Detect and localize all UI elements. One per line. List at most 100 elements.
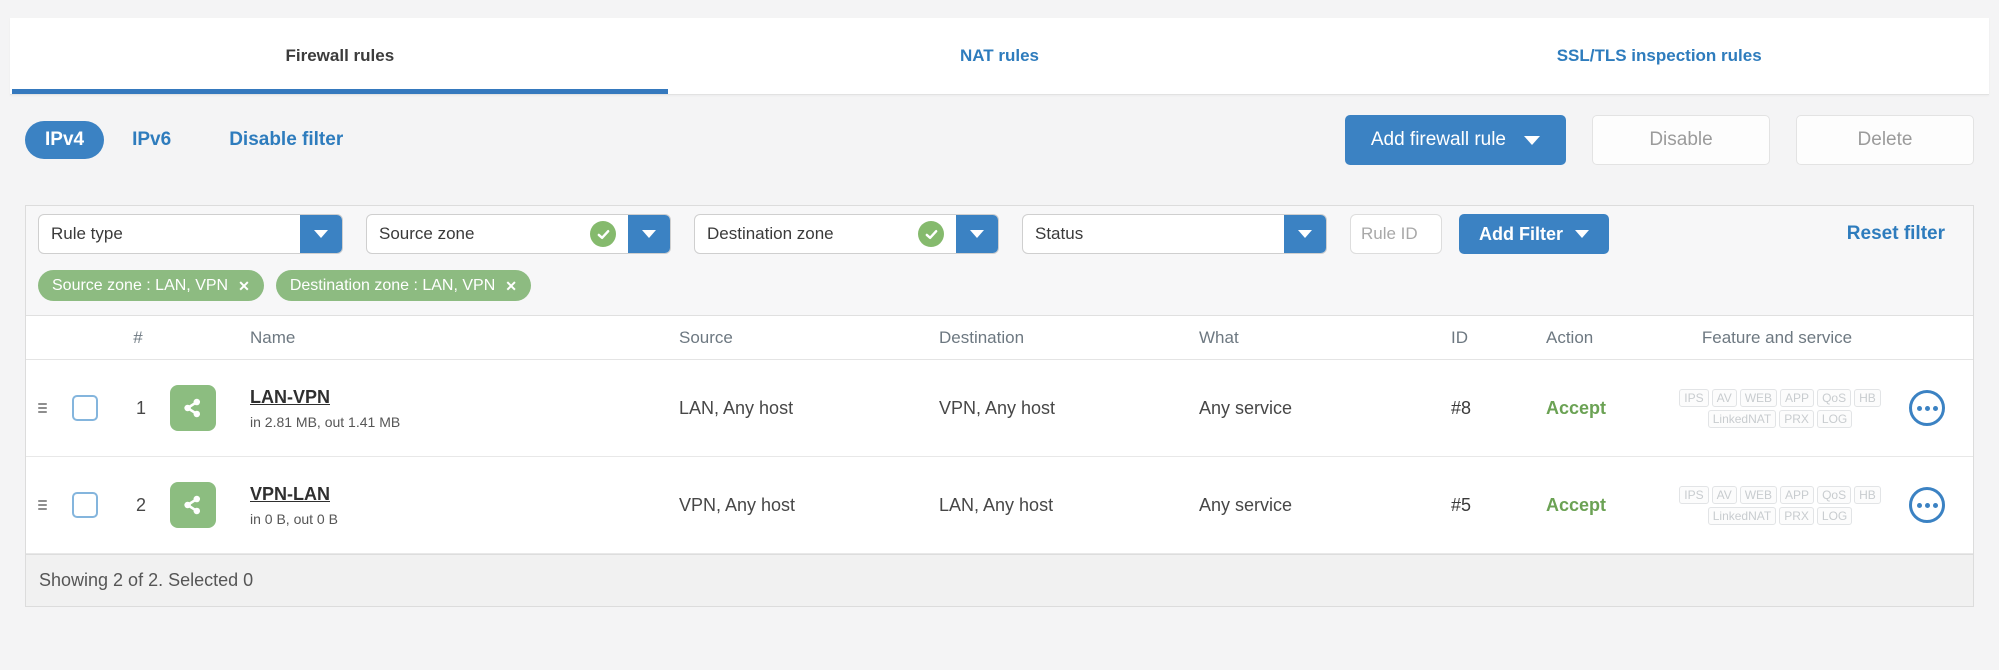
feature-badge: QoS [1817, 388, 1852, 407]
showing-status-text: Showing 2 of 2. Selected 0 [39, 570, 254, 590]
row-cell-icon [170, 385, 250, 431]
row-cell-name: VPN-LAN in 0 B, out 0 B [250, 484, 679, 527]
destination-zone-field: Destination zone [695, 215, 956, 253]
feature-badge: WEB [1739, 485, 1778, 504]
tab-bar: Firewall rules NAT rules SSL/TLS inspect… [10, 18, 1989, 95]
rule-type-dropdown[interactable]: Rule type [38, 214, 343, 254]
dropdown-label: Destination zone [707, 224, 834, 243]
row-checkbox[interactable] [72, 395, 98, 421]
dropdown-label: Rule type [51, 224, 123, 243]
chevron-down-icon [1524, 135, 1540, 145]
row-cell-menu [1909, 390, 1973, 426]
tab-firewall-rules[interactable]: Firewall rules [10, 18, 670, 94]
add-firewall-rule-button[interactable]: Add firewall rule [1344, 115, 1566, 165]
row-cell-features: IPS AV WEB APP QoS HB LinkedNAT PRX LOG [1651, 388, 1909, 428]
rules-panel: Rule type Source zone Destination zone S… [25, 205, 1974, 607]
drag-handle-icon[interactable] [37, 500, 47, 510]
filter-area: Rule type Source zone Destination zone S… [26, 206, 1973, 316]
status-expand-button[interactable] [1284, 215, 1326, 253]
feature-badge: AV [1711, 388, 1737, 407]
feature-badges-line1: IPS AV WEB APP QoS HB [1679, 388, 1881, 407]
header-num: # [133, 327, 143, 347]
feature-badge: AV [1711, 485, 1737, 504]
tab-label: Firewall rules [285, 46, 395, 65]
row-cell-action: Accept [1546, 494, 1607, 515]
row-menu-ellipsis-button[interactable] [1909, 487, 1945, 523]
filter-active-check-icon [590, 221, 616, 247]
feature-badge: PRX [1779, 409, 1814, 428]
row-cell-icon [170, 482, 250, 528]
row-cell-source: LAN, Any host [679, 397, 794, 418]
active-filter-chips: Source zone : LAN, VPN ✕ Destination zon… [38, 270, 1963, 301]
row-cell-features: IPS AV WEB APP QoS HB LinkedNAT PRX LOG [1651, 485, 1909, 525]
chevron-down-icon [1575, 230, 1589, 238]
row-cell-id: #5 [1451, 494, 1472, 515]
rule-traffic: in 0 B, out 0 B [250, 510, 338, 527]
destination-zone-dropdown[interactable]: Destination zone [694, 214, 999, 254]
ipv6-toggle[interactable]: IPv6 [132, 129, 171, 151]
filter-chip-source-zone[interactable]: Source zone : LAN, VPN ✕ [38, 270, 264, 301]
row-cell-handle [26, 401, 58, 415]
chip-label: Destination zone : LAN, VPN [289, 276, 496, 294]
feature-badges-line2: LinkedNAT PRX LOG [1707, 506, 1853, 525]
row-cell-select [58, 492, 112, 518]
row-menu-ellipsis-button[interactable] [1909, 390, 1945, 426]
row-cell-destination: LAN, Any host [939, 494, 1054, 515]
row-number: 1 [135, 397, 146, 418]
remove-chip-icon[interactable]: ✕ [505, 279, 517, 293]
drag-handle-icon[interactable] [37, 403, 47, 413]
delete-button[interactable]: Delete [1796, 115, 1974, 165]
feature-badge: APP [1780, 485, 1815, 504]
row-cell-id: #8 [1451, 397, 1472, 418]
header-action: Action [1546, 327, 1594, 347]
tab-ssl-tls-inspection-rules[interactable]: SSL/TLS inspection rules [1329, 18, 1989, 94]
rule-name-link[interactable]: VPN-LAN [250, 484, 679, 505]
feature-badge: HB [1854, 388, 1881, 407]
source-zone-dropdown[interactable]: Source zone [366, 214, 671, 254]
source-zone-expand-button[interactable] [628, 215, 670, 253]
chevron-down-icon [314, 230, 328, 238]
rule-type-field: Rule type [39, 215, 300, 253]
rule-name-link[interactable]: LAN-VPN [250, 387, 679, 408]
feature-badge: IPS [1679, 485, 1709, 504]
row-cell-source: VPN, Any host [679, 494, 796, 515]
filter-row: Rule type Source zone Destination zone S… [38, 214, 1963, 254]
row-cell-select [58, 395, 112, 421]
status-dropdown[interactable]: Status [1022, 214, 1327, 254]
feature-badge: PRX [1779, 506, 1814, 525]
row-cell-destination: VPN, Any host [939, 397, 1056, 418]
disable-filter-link[interactable]: Disable filter [229, 129, 343, 151]
table-header: # Name Source Destination What ID Action… [26, 316, 1973, 360]
rule-type-expand-button[interactable] [300, 215, 342, 253]
chevron-down-icon [642, 230, 656, 238]
rule-id-input[interactable] [1350, 214, 1442, 254]
row-cell-menu [1909, 487, 1973, 523]
share-icon[interactable] [170, 482, 216, 528]
table-footer: Showing 2 of 2. Selected 0 [26, 554, 1973, 606]
feature-badges-line1: IPS AV WEB APP QoS HB [1679, 485, 1881, 504]
add-filter-button[interactable]: Add Filter [1459, 214, 1609, 254]
reset-filter-link[interactable]: Reset filter [1847, 223, 1945, 245]
filter-active-check-icon [918, 221, 944, 247]
row-checkbox[interactable] [72, 492, 98, 518]
remove-chip-icon[interactable]: ✕ [238, 279, 250, 293]
row-cell-what: Any service [1199, 397, 1293, 418]
chip-label: Source zone : LAN, VPN [52, 276, 229, 294]
ipv4-toggle[interactable]: IPv4 [25, 121, 105, 159]
row-cell-handle [26, 498, 58, 512]
firewall-page: Firewall rules NAT rules SSL/TLS inspect… [0, 0, 1999, 670]
tab-label: NAT rules [959, 46, 1040, 65]
feature-badge: LinkedNAT [1707, 506, 1777, 525]
table-row: 1 LAN-VPN in 2.81 MB, out 1.41 MB LAN, A… [26, 360, 1973, 457]
destination-zone-expand-button[interactable] [956, 215, 998, 253]
chevron-down-icon [1298, 230, 1312, 238]
disable-button[interactable]: Disable [1592, 115, 1770, 165]
add-firewall-rule-label: Add firewall rule [1370, 129, 1506, 150]
filter-chip-destination-zone[interactable]: Destination zone : LAN, VPN ✕ [275, 270, 531, 301]
tab-label: SSL/TLS inspection rules [1556, 46, 1762, 65]
share-icon[interactable] [170, 385, 216, 431]
status-field: Status [1023, 215, 1284, 253]
source-zone-field: Source zone [367, 215, 628, 253]
dropdown-label: Status [1035, 224, 1084, 243]
tab-nat-rules[interactable]: NAT rules [670, 18, 1330, 94]
